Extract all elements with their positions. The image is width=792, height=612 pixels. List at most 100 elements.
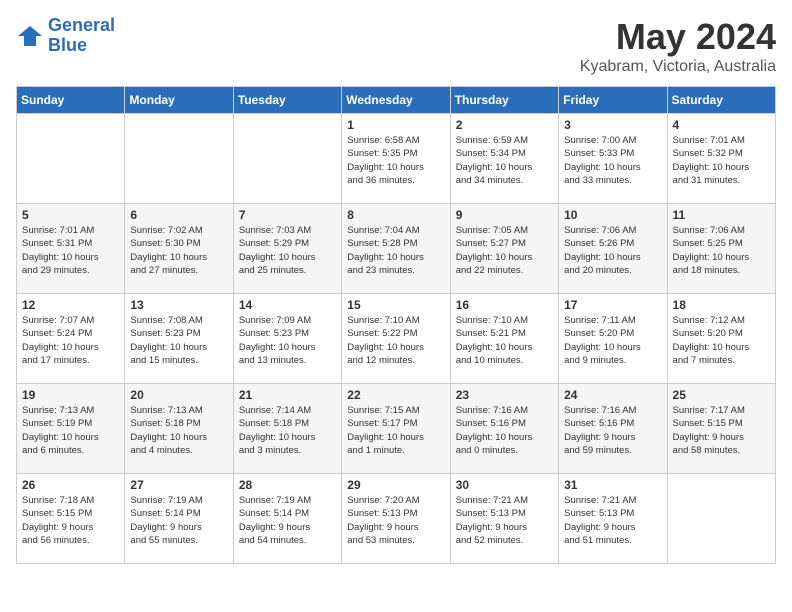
calendar-cell: 13 Sunrise: 7:08 AM Sunset: 5:23 PM Dayli… bbox=[125, 294, 233, 384]
day-number: 29 bbox=[347, 478, 444, 492]
calendar-cell: 10 Sunrise: 7:06 AM Sunset: 5:26 PM Dayli… bbox=[559, 204, 667, 294]
day-number: 18 bbox=[673, 298, 770, 312]
day-content: Sunrise: 7:17 AM Sunset: 5:15 PM Dayligh… bbox=[673, 404, 770, 457]
day-number: 4 bbox=[673, 118, 770, 132]
calendar-cell bbox=[667, 474, 775, 564]
day-number: 24 bbox=[564, 388, 661, 402]
day-number: 5 bbox=[22, 208, 119, 222]
day-content: Sunrise: 7:18 AM Sunset: 5:15 PM Dayligh… bbox=[22, 494, 119, 547]
week-row-5: 26 Sunrise: 7:18 AM Sunset: 5:15 PM Dayli… bbox=[17, 474, 776, 564]
calendar-table: SundayMondayTuesdayWednesdayThursdayFrid… bbox=[16, 86, 776, 564]
day-content: Sunrise: 7:06 AM Sunset: 5:26 PM Dayligh… bbox=[564, 224, 661, 277]
day-content: Sunrise: 7:01 AM Sunset: 5:31 PM Dayligh… bbox=[22, 224, 119, 277]
day-number: 28 bbox=[239, 478, 336, 492]
calendar-cell: 26 Sunrise: 7:18 AM Sunset: 5:15 PM Dayli… bbox=[17, 474, 125, 564]
calendar-cell: 8 Sunrise: 7:04 AM Sunset: 5:28 PM Daylig… bbox=[342, 204, 450, 294]
week-row-2: 5 Sunrise: 7:01 AM Sunset: 5:31 PM Daylig… bbox=[17, 204, 776, 294]
calendar-cell: 2Sunrise: 6:59 AM Sunset: 5:34 PM Daylig… bbox=[450, 114, 558, 204]
header-wednesday: Wednesday bbox=[342, 87, 450, 114]
day-content: Sunrise: 7:10 AM Sunset: 5:22 PM Dayligh… bbox=[347, 314, 444, 367]
calendar-subtitle: Kyabram, Victoria, Australia bbox=[580, 58, 776, 76]
day-content: Sunrise: 7:02 AM Sunset: 5:30 PM Dayligh… bbox=[130, 224, 227, 277]
day-content: Sunrise: 6:59 AM Sunset: 5:34 PM Dayligh… bbox=[456, 134, 553, 187]
day-number: 9 bbox=[456, 208, 553, 222]
calendar-cell bbox=[125, 114, 233, 204]
day-content: Sunrise: 7:07 AM Sunset: 5:24 PM Dayligh… bbox=[22, 314, 119, 367]
calendar-cell: 27 Sunrise: 7:19 AM Sunset: 5:14 PM Dayli… bbox=[125, 474, 233, 564]
days-header-row: SundayMondayTuesdayWednesdayThursdayFrid… bbox=[17, 87, 776, 114]
day-number: 27 bbox=[130, 478, 227, 492]
calendar-cell: 29 Sunrise: 7:20 AM Sunset: 5:13 PM Dayli… bbox=[342, 474, 450, 564]
day-number: 16 bbox=[456, 298, 553, 312]
day-content: Sunrise: 7:20 AM Sunset: 5:13 PM Dayligh… bbox=[347, 494, 444, 547]
day-number: 13 bbox=[130, 298, 227, 312]
day-number: 31 bbox=[564, 478, 661, 492]
calendar-cell: 12 Sunrise: 7:07 AM Sunset: 5:24 PM Dayli… bbox=[17, 294, 125, 384]
day-number: 11 bbox=[673, 208, 770, 222]
calendar-cell: 15Sunrise: 7:10 AM Sunset: 5:22 PM Dayli… bbox=[342, 294, 450, 384]
day-number: 14 bbox=[239, 298, 336, 312]
day-number: 8 bbox=[347, 208, 444, 222]
day-number: 3 bbox=[564, 118, 661, 132]
day-content: Sunrise: 7:21 AM Sunset: 5:13 PM Dayligh… bbox=[456, 494, 553, 547]
header-saturday: Saturday bbox=[667, 87, 775, 114]
logo-text: General Blue bbox=[48, 16, 115, 56]
calendar-cell: 18Sunrise: 7:12 AM Sunset: 5:20 PM Dayli… bbox=[667, 294, 775, 384]
week-row-4: 19 Sunrise: 7:13 AM Sunset: 5:19 PM Dayli… bbox=[17, 384, 776, 474]
day-number: 10 bbox=[564, 208, 661, 222]
logo-line1: General bbox=[48, 15, 115, 35]
calendar-cell: 14Sunrise: 7:09 AM Sunset: 5:23 PM Dayli… bbox=[233, 294, 341, 384]
calendar-cell: 5 Sunrise: 7:01 AM Sunset: 5:31 PM Daylig… bbox=[17, 204, 125, 294]
day-number: 21 bbox=[239, 388, 336, 402]
week-row-1: 1Sunrise: 6:58 AM Sunset: 5:35 PM Daylig… bbox=[17, 114, 776, 204]
calendar-cell bbox=[233, 114, 341, 204]
calendar-cell: 1Sunrise: 6:58 AM Sunset: 5:35 PM Daylig… bbox=[342, 114, 450, 204]
day-number: 1 bbox=[347, 118, 444, 132]
day-number: 19 bbox=[22, 388, 119, 402]
calendar-cell: 25Sunrise: 7:17 AM Sunset: 5:15 PM Dayli… bbox=[667, 384, 775, 474]
day-content: Sunrise: 7:16 AM Sunset: 5:16 PM Dayligh… bbox=[456, 404, 553, 457]
header-tuesday: Tuesday bbox=[233, 87, 341, 114]
day-content: Sunrise: 7:08 AM Sunset: 5:23 PM Dayligh… bbox=[130, 314, 227, 367]
calendar-cell: 3 Sunrise: 7:00 AM Sunset: 5:33 PM Daylig… bbox=[559, 114, 667, 204]
calendar-cell: 22 Sunrise: 7:15 AM Sunset: 5:17 PM Dayli… bbox=[342, 384, 450, 474]
day-content: Sunrise: 7:15 AM Sunset: 5:17 PM Dayligh… bbox=[347, 404, 444, 457]
calendar-cell: 6Sunrise: 7:02 AM Sunset: 5:30 PM Daylig… bbox=[125, 204, 233, 294]
day-number: 30 bbox=[456, 478, 553, 492]
calendar-cell bbox=[17, 114, 125, 204]
logo-icon bbox=[16, 22, 44, 50]
header-thursday: Thursday bbox=[450, 87, 558, 114]
logo-line2: Blue bbox=[48, 35, 87, 55]
title-block: May 2024 Kyabram, Victoria, Australia bbox=[580, 16, 776, 76]
day-content: Sunrise: 7:01 AM Sunset: 5:32 PM Dayligh… bbox=[673, 134, 770, 187]
calendar-cell: 21 Sunrise: 7:14 AM Sunset: 5:18 PM Dayli… bbox=[233, 384, 341, 474]
header-monday: Monday bbox=[125, 87, 233, 114]
day-content: Sunrise: 7:00 AM Sunset: 5:33 PM Dayligh… bbox=[564, 134, 661, 187]
week-row-3: 12 Sunrise: 7:07 AM Sunset: 5:24 PM Dayli… bbox=[17, 294, 776, 384]
day-content: Sunrise: 7:13 AM Sunset: 5:19 PM Dayligh… bbox=[22, 404, 119, 457]
calendar-cell: 20 Sunrise: 7:13 AM Sunset: 5:18 PM Dayli… bbox=[125, 384, 233, 474]
day-content: Sunrise: 7:16 AM Sunset: 5:16 PM Dayligh… bbox=[564, 404, 661, 457]
day-number: 17 bbox=[564, 298, 661, 312]
day-number: 20 bbox=[130, 388, 227, 402]
day-content: Sunrise: 7:19 AM Sunset: 5:14 PM Dayligh… bbox=[130, 494, 227, 547]
day-number: 22 bbox=[347, 388, 444, 402]
calendar-cell: 31 Sunrise: 7:21 AM Sunset: 5:13 PM Dayli… bbox=[559, 474, 667, 564]
day-number: 26 bbox=[22, 478, 119, 492]
calendar-cell: 24 Sunrise: 7:16 AM Sunset: 5:16 PM Dayli… bbox=[559, 384, 667, 474]
day-content: Sunrise: 7:13 AM Sunset: 5:18 PM Dayligh… bbox=[130, 404, 227, 457]
day-number: 12 bbox=[22, 298, 119, 312]
day-content: Sunrise: 7:14 AM Sunset: 5:18 PM Dayligh… bbox=[239, 404, 336, 457]
day-content: Sunrise: 7:04 AM Sunset: 5:28 PM Dayligh… bbox=[347, 224, 444, 277]
calendar-cell: 7Sunrise: 7:03 AM Sunset: 5:29 PM Daylig… bbox=[233, 204, 341, 294]
calendar-cell: 9Sunrise: 7:05 AM Sunset: 5:27 PM Daylig… bbox=[450, 204, 558, 294]
day-content: Sunrise: 7:21 AM Sunset: 5:13 PM Dayligh… bbox=[564, 494, 661, 547]
calendar-title: May 2024 bbox=[580, 16, 776, 58]
header-friday: Friday bbox=[559, 87, 667, 114]
logo: General Blue bbox=[16, 16, 115, 56]
calendar-cell: 30 Sunrise: 7:21 AM Sunset: 5:13 PM Dayli… bbox=[450, 474, 558, 564]
header-sunday: Sunday bbox=[17, 87, 125, 114]
calendar-cell: 19 Sunrise: 7:13 AM Sunset: 5:19 PM Dayli… bbox=[17, 384, 125, 474]
day-content: Sunrise: 7:11 AM Sunset: 5:20 PM Dayligh… bbox=[564, 314, 661, 367]
day-content: Sunrise: 7:03 AM Sunset: 5:29 PM Dayligh… bbox=[239, 224, 336, 277]
